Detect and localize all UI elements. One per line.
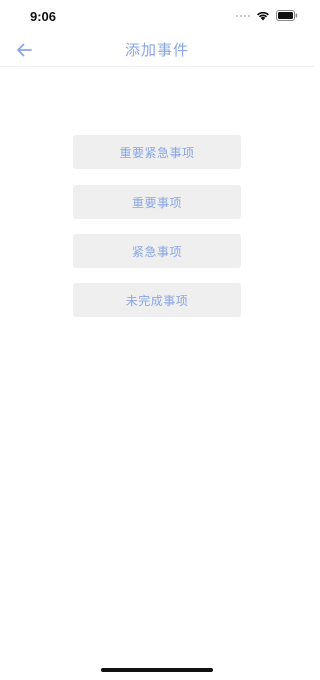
- battery-icon: [276, 10, 298, 21]
- navigation-bar: 添加事件: [0, 34, 314, 67]
- unfinished-button[interactable]: 未完成事项: [73, 283, 241, 317]
- cellular-signal-icon: [236, 14, 250, 17]
- important-urgent-button[interactable]: 重要紧急事项: [73, 135, 241, 169]
- urgent-button[interactable]: 紧急事项: [73, 234, 241, 268]
- status-icons: [236, 10, 298, 21]
- page-title: 添加事件: [124, 41, 189, 59]
- important-button[interactable]: 重要事项: [73, 185, 241, 219]
- wifi-icon: [257, 11, 269, 21]
- home-indicator[interactable]: [101, 668, 213, 672]
- status-bar: 9:06: [0, 0, 314, 34]
- status-time: 9:06: [30, 9, 57, 24]
